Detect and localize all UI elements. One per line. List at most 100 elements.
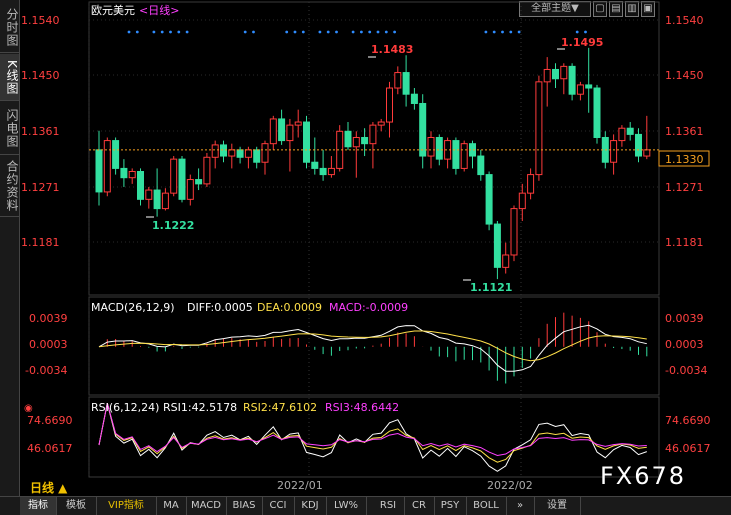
annotation-low-1: 1.1222 [152, 219, 194, 232]
tab-cr[interactable]: CR [404, 497, 435, 515]
tab-template[interactable]: 模板 [56, 497, 97, 515]
candle-body [560, 65, 568, 80]
tab-kdj[interactable]: KDJ [294, 497, 327, 515]
candle-body [103, 140, 111, 193]
price-tick-left-1: 1.1450 [21, 69, 60, 82]
signal-dot [584, 30, 587, 34]
tab-boll[interactable]: BOLL [466, 497, 507, 515]
candle-body [294, 121, 302, 126]
candle-body [593, 87, 601, 138]
signal-dot [318, 30, 322, 34]
candle-body [286, 124, 294, 142]
signal-dot [501, 30, 504, 34]
macd-tick-right-0: 0.0039 [665, 312, 704, 325]
candle-body [178, 158, 186, 200]
candle-body [228, 149, 236, 157]
candle-body [303, 121, 310, 163]
tab-flash[interactable]: 闪电图 [0, 102, 19, 155]
macd-tick-left-2: -0.0034 [25, 364, 67, 377]
price-tick-left-3: 1.1271 [21, 181, 60, 194]
candle-body [112, 140, 120, 169]
macd-dea: DEA:0.0009 [257, 301, 322, 314]
candle-body [220, 144, 227, 157]
macd-value: MACD:-0.0009 [329, 301, 408, 314]
tab-more[interactable]: » [506, 497, 535, 515]
watermark-logo: FX678 [600, 462, 687, 490]
candle-body [568, 65, 576, 95]
period-label[interactable]: 日线 ▲ [30, 479, 67, 496]
tab-indicator[interactable]: 指标 [20, 497, 57, 515]
candle-body [377, 121, 385, 126]
candle-body [585, 84, 593, 89]
signal-dot [360, 30, 363, 34]
tab-lw[interactable]: LW% [326, 497, 367, 515]
tab-timeshare[interactable]: 分时图 [0, 2, 19, 53]
time-label-feb: 2022/02 [487, 479, 533, 492]
candle-body [419, 102, 427, 157]
signal-dot [484, 30, 488, 34]
rsi-tick-right-1: 46.0617 [665, 442, 711, 455]
tab-kline[interactable]: K线图 [0, 54, 19, 101]
tab-rsi[interactable]: RSI [372, 497, 405, 515]
macd-tick-right-1: 0.0003 [665, 338, 704, 351]
candle-body [161, 192, 169, 210]
candle-body [244, 149, 252, 158]
macd-tick-left-1: 0.0003 [29, 338, 68, 351]
signal-dot [293, 30, 297, 34]
candle-body [269, 118, 277, 145]
candle-body [352, 136, 360, 148]
signal-dot [517, 30, 521, 34]
rsi-tick-right-0: 74.6690 [665, 414, 711, 427]
annotation-high-1: 1.1483 [371, 43, 413, 56]
signal-dot [127, 30, 131, 34]
signal-dot [160, 30, 164, 34]
left-sidebar: 分时图 K线图 闪电图 合约资料 [0, 0, 20, 496]
macd-tick-left-0: 0.0039 [29, 312, 68, 325]
macd-tick-right-2: -0.0034 [665, 364, 707, 377]
tab-contract-info[interactable]: 合约资料 [0, 156, 19, 217]
annotation-low-2: 1.1121 [470, 281, 512, 294]
rsi-tick-left-0: 74.6690 [27, 414, 73, 427]
indicator-dot-icon[interactable]: ◉ [24, 403, 33, 414]
tab-vip-indicator[interactable]: VIP指标 [96, 497, 157, 515]
candle-body [394, 72, 402, 89]
tab-cci[interactable]: CCI [262, 497, 295, 515]
tab-settings[interactable]: 设置 [534, 497, 581, 515]
candle-body [344, 130, 352, 148]
candle-body [361, 136, 369, 145]
candle-body [278, 118, 286, 142]
candle-body [452, 140, 460, 169]
price-tick-right-0: 1.1540 [665, 14, 704, 27]
signal-dot [252, 30, 255, 34]
chart-svg: 1.1540 1.1450 1.1361 1.1271 1.1181 1.154… [21, 1, 711, 492]
candle-body [195, 179, 203, 185]
candle-body [120, 167, 128, 179]
candle-body [618, 127, 626, 142]
price-tick-left-4: 1.1181 [21, 236, 60, 249]
signal-dot [301, 30, 305, 34]
candle-body [137, 171, 144, 200]
candle-body [643, 149, 651, 157]
candle-body [535, 81, 543, 176]
signal-dot [376, 30, 380, 34]
chart-area[interactable]: 欧元美元 <日线> 全部主题▼ ▢ ▤ ▥ ▣ 1.1540 1.1450 1.… [19, 0, 731, 496]
candle-body [236, 149, 244, 158]
candle-body [153, 189, 161, 210]
bottom-indicator-bar: 指标 模板 VIP指标 MA MACD BIAS CCI KDJ LW% RSI… [0, 496, 731, 515]
candle-body [527, 174, 535, 194]
candle-body [552, 68, 559, 80]
signal-dot [243, 30, 247, 34]
tab-macd[interactable]: MACD [186, 497, 227, 515]
candle-body [145, 189, 153, 200]
candle-body [386, 87, 393, 123]
candle-body [410, 93, 418, 104]
rsi-2: RSI2:47.6102 [243, 401, 317, 414]
candle-body [518, 192, 526, 210]
rsi-tick-left-1: 46.0617 [27, 442, 73, 455]
candle-body [460, 143, 468, 169]
tab-bias[interactable]: BIAS [226, 497, 263, 515]
tab-ma[interactable]: MA [156, 497, 187, 515]
candle-body [543, 68, 551, 83]
candle-body [253, 149, 261, 163]
tab-psy[interactable]: PSY [434, 497, 467, 515]
